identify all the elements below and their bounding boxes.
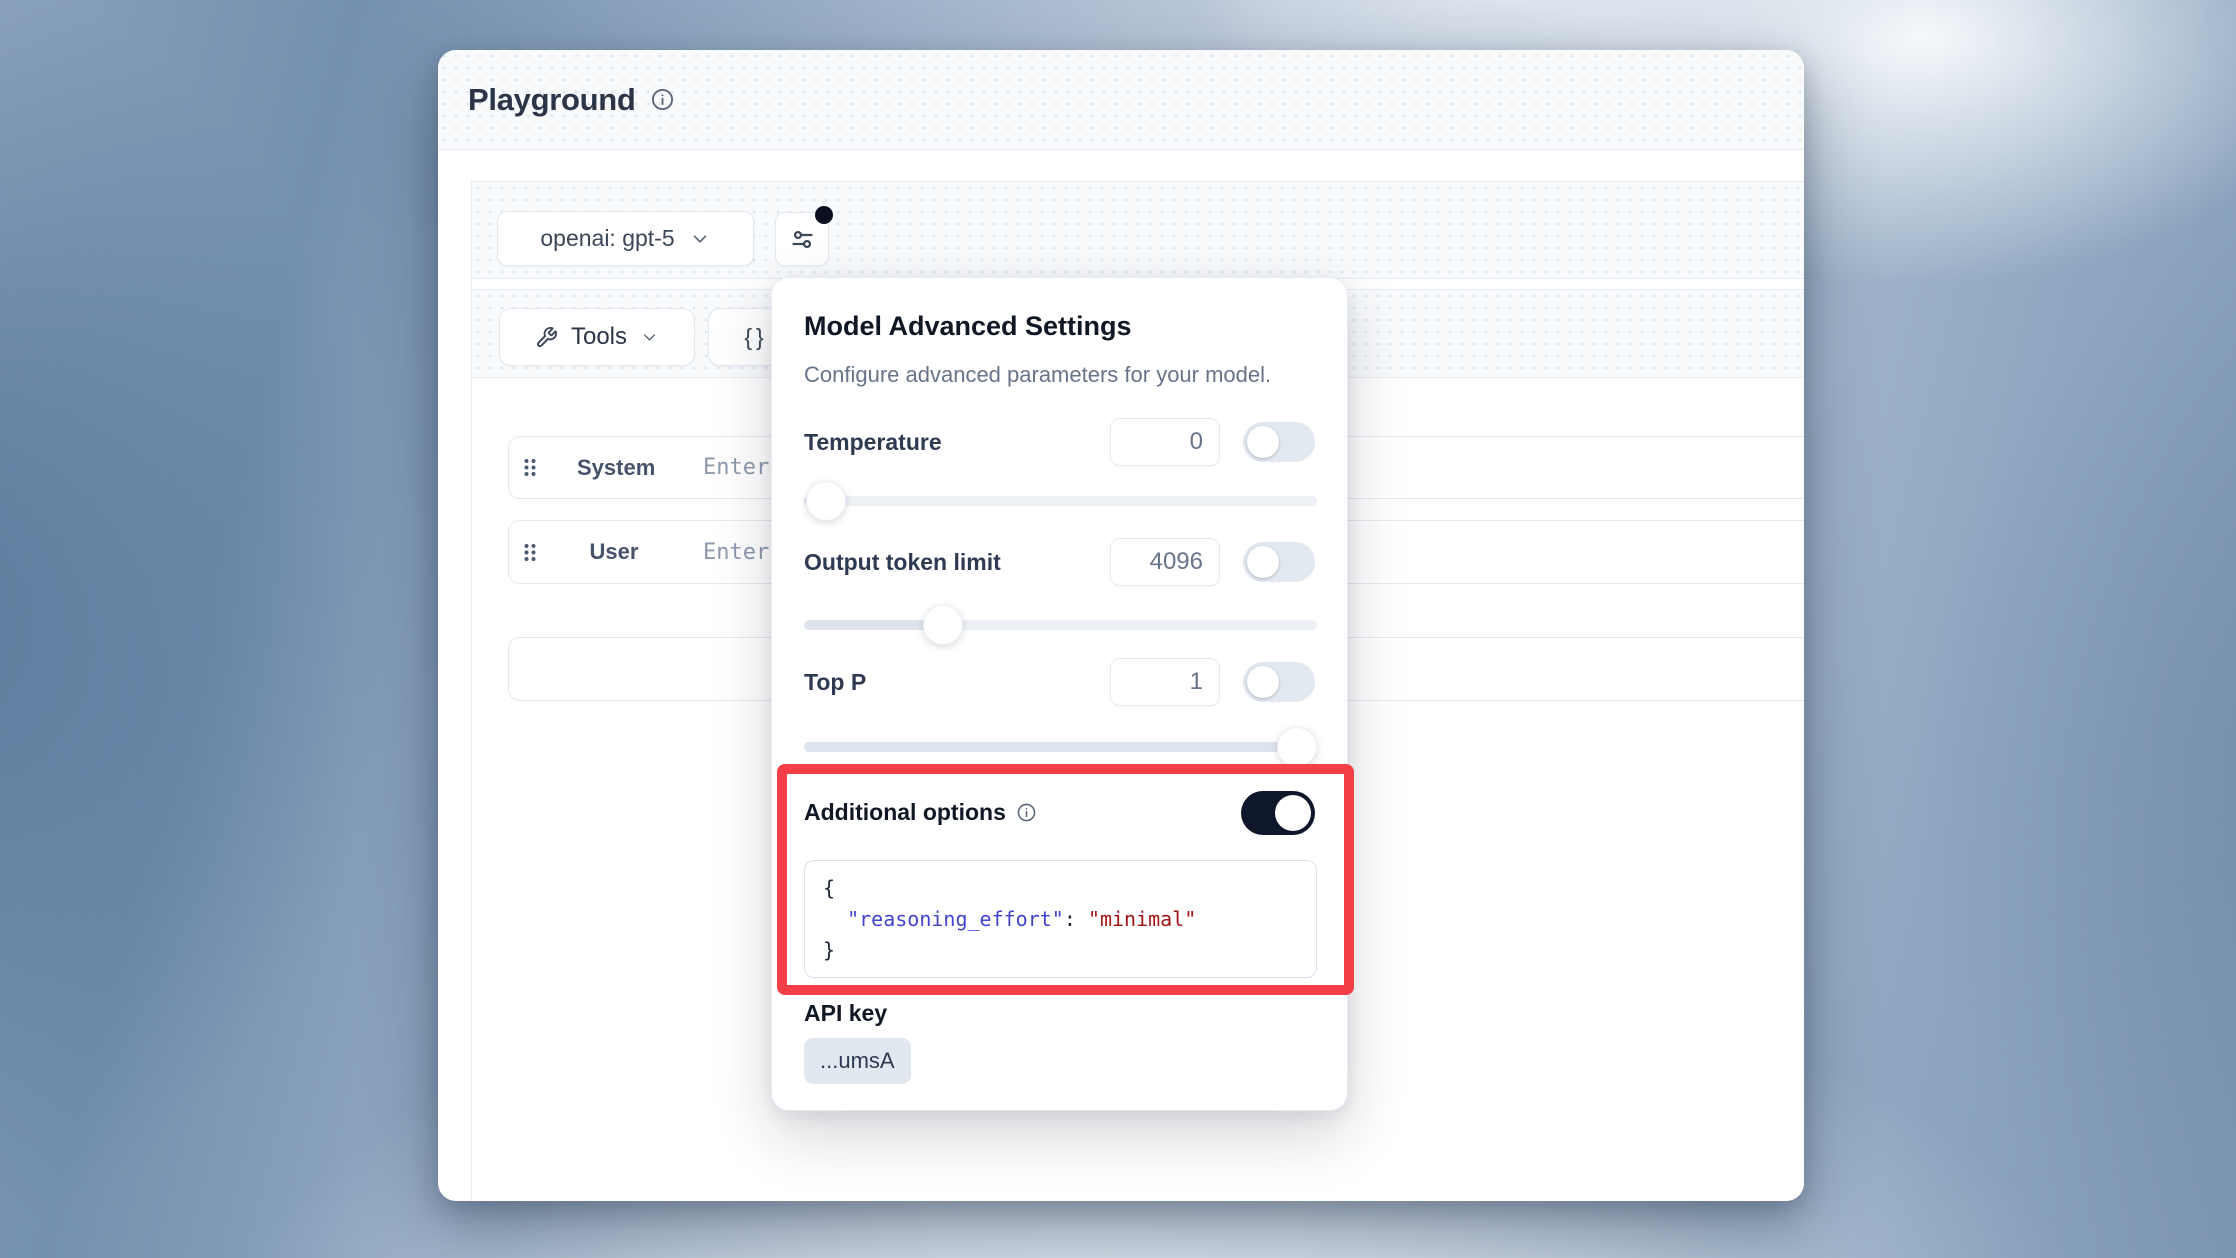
- json-colon: :: [1064, 907, 1088, 931]
- tools-dropdown[interactable]: Tools: [499, 308, 695, 366]
- top-p-row: Top P 1: [804, 658, 1315, 706]
- additional-options-toggle[interactable]: [1241, 791, 1315, 835]
- additional-options-label: Additional options: [804, 786, 1037, 838]
- chevron-down-icon: [640, 328, 659, 347]
- temperature-input[interactable]: 0: [1110, 418, 1220, 466]
- model-selector-value: openai: gpt-5: [540, 225, 674, 252]
- json-close-brace: }: [823, 938, 835, 962]
- info-icon: [650, 87, 675, 112]
- slider-thumb[interactable]: [923, 605, 963, 645]
- message-input[interactable]: Enter: [703, 540, 769, 565]
- model-advanced-settings-popover: Model Advanced Settings Configure advanc…: [771, 277, 1348, 1111]
- message-input[interactable]: Enter: [703, 455, 769, 480]
- additional-options-json-editor[interactable]: { "reasoning_effort": "minimal" }: [804, 860, 1317, 978]
- json-open-brace: {: [823, 876, 835, 900]
- toggle-knob: [1247, 426, 1279, 458]
- model-settings-button[interactable]: [775, 212, 829, 266]
- drag-handle-icon[interactable]: [522, 457, 538, 478]
- output-token-limit-toggle[interactable]: [1243, 542, 1315, 582]
- toggle-knob: [1247, 546, 1279, 578]
- model-selector[interactable]: openai: gpt-5: [497, 211, 754, 266]
- output-token-limit-input[interactable]: 4096: [1110, 538, 1220, 586]
- slider-fill: [804, 620, 943, 630]
- slider-thumb[interactable]: [806, 481, 846, 521]
- slider-track: [804, 496, 1317, 506]
- temperature-toggle[interactable]: [1243, 422, 1315, 462]
- output-token-limit-row: Output token limit 4096: [804, 538, 1315, 586]
- json-indent: [823, 907, 847, 931]
- json-key: "reasoning_effort": [847, 907, 1064, 931]
- temperature-label: Temperature: [804, 429, 942, 455]
- output-token-limit-label: Output token limit: [804, 549, 1001, 575]
- additional-options-text: Additional options: [804, 786, 1006, 838]
- top-p-label: Top P: [804, 669, 866, 695]
- slider-fill: [804, 742, 1317, 752]
- drag-handle-icon[interactable]: [522, 542, 538, 563]
- additional-options-row: Additional options: [804, 786, 1315, 838]
- message-role-label: System: [577, 455, 651, 481]
- info-icon: [1016, 802, 1037, 823]
- message-role-label: User: [577, 539, 651, 565]
- chevron-down-icon: [689, 228, 711, 250]
- popover-title: Model Advanced Settings: [804, 311, 1132, 342]
- wrench-icon: [535, 326, 558, 349]
- top-p-input[interactable]: 1: [1110, 658, 1220, 706]
- top-p-slider[interactable]: [804, 729, 1317, 765]
- toggle-knob: [1275, 795, 1311, 831]
- braces-label: {}: [744, 324, 767, 351]
- tools-label: Tools: [571, 323, 627, 351]
- temperature-slider[interactable]: [804, 483, 1317, 519]
- output-token-limit-slider[interactable]: [804, 607, 1317, 643]
- page-header: Playground: [438, 50, 1804, 150]
- sliders-icon: [789, 226, 816, 253]
- popover-subtitle: Configure advanced parameters for your m…: [804, 362, 1271, 388]
- slider-thumb[interactable]: [1277, 727, 1317, 767]
- json-value: "minimal": [1088, 907, 1196, 931]
- api-key-label: API key: [804, 1000, 887, 1027]
- temperature-row: Temperature 0: [804, 418, 1315, 466]
- page-title: Playground: [468, 82, 636, 118]
- top-p-toggle[interactable]: [1243, 662, 1315, 702]
- notification-dot: [815, 206, 833, 224]
- toggle-knob: [1247, 666, 1279, 698]
- api-key-badge[interactable]: ...umsA: [804, 1038, 911, 1084]
